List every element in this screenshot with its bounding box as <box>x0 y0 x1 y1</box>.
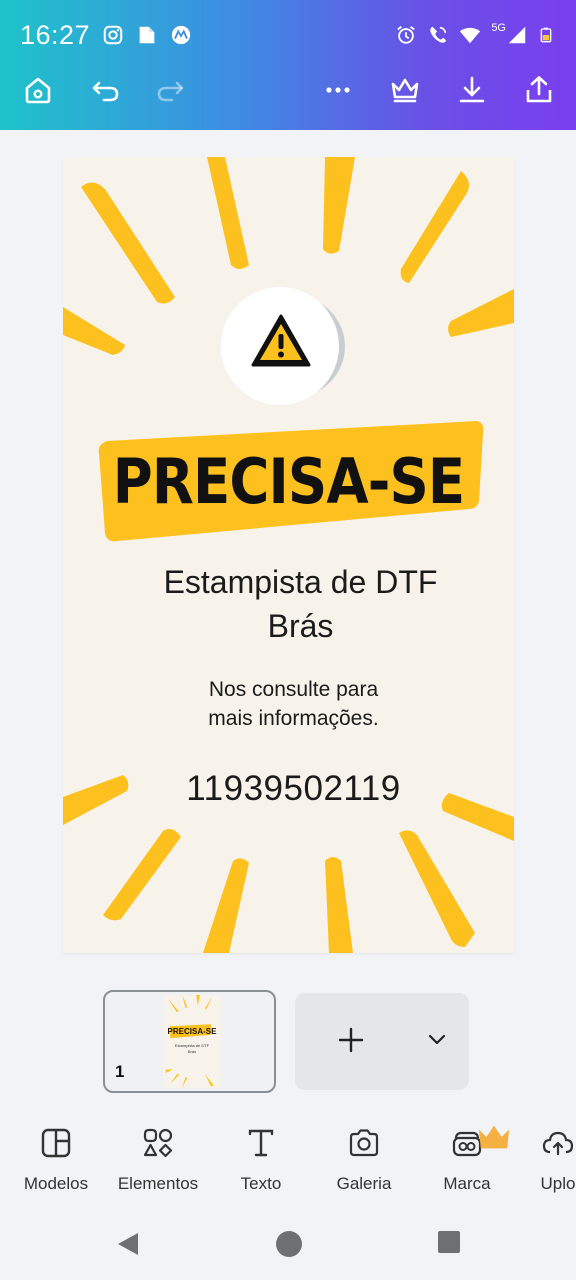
tool-uploads[interactable]: Uplo <box>508 1118 576 1194</box>
camera-icon <box>349 1129 379 1157</box>
network-label: 5G <box>491 22 506 34</box>
tool-templates[interactable]: Modelos <box>6 1118 106 1194</box>
recents-icon[interactable] <box>437 1230 461 1254</box>
phone-number-text[interactable]: 11939502119 <box>63 769 514 809</box>
home-circle-icon[interactable] <box>275 1230 303 1258</box>
warning-badge[interactable] <box>221 287 339 405</box>
design-canvas[interactable]: PRECISA-SE Estampista de DTF Brás Nos co… <box>63 157 514 953</box>
job-title-line2: Brás <box>267 608 334 644</box>
headline-text[interactable]: PRECISA-SE <box>90 445 487 518</box>
redo-button[interactable] <box>152 72 188 108</box>
chevron-down-icon[interactable] <box>427 1032 447 1048</box>
tool-elements-label: Elementos <box>117 1174 199 1193</box>
warning-icon <box>251 314 311 367</box>
page-thumbnail[interactable]: PRECISA-SE Estampista de DTF Brás 1 <box>103 990 276 1093</box>
contact-note-line2: mais informações. <box>208 707 379 730</box>
thumbnail-job: Estampista de DTF <box>174 1043 210 1048</box>
job-title-line1: Estampista de DTF <box>163 564 438 600</box>
tool-gallery[interactable]: Galeria <box>314 1118 414 1194</box>
tool-templates-label: Modelos <box>23 1174 89 1193</box>
contact-note-line1: Nos consulte para <box>208 678 379 701</box>
cloud-upload-icon <box>542 1131 574 1156</box>
home-icon <box>25 77 51 104</box>
bottom-tool-bar: Modelos Elementos Texto Galeria Marca Up… <box>0 1118 576 1208</box>
status-system-icons: 5G <box>395 22 554 46</box>
plus-icon <box>338 1027 364 1053</box>
top-header: 16:27 5G <box>0 0 576 130</box>
battery-icon <box>540 27 552 43</box>
add-page-button[interactable] <box>295 993 469 1090</box>
page-thumbnail-preview: PRECISA-SE Estampista de DTF Brás <box>163 995 221 1088</box>
redo-icon <box>157 81 184 102</box>
status-bar: 16:27 5G <box>20 18 554 54</box>
premium-button[interactable] <box>387 72 423 108</box>
premium-crown-icon <box>478 1125 510 1149</box>
alarm-icon <box>397 26 416 44</box>
signal-5g-icon <box>508 26 526 44</box>
back-icon[interactable] <box>114 1230 142 1258</box>
tool-uploads-label: Uplo <box>540 1174 576 1193</box>
tool-text[interactable]: Texto <box>211 1118 311 1194</box>
editor-toolbar <box>0 72 576 116</box>
text-icon <box>248 1129 274 1157</box>
more-icon <box>326 87 350 93</box>
tool-brand-label: Marca <box>443 1174 491 1193</box>
app-b-icon <box>139 26 155 44</box>
thumbnail-job-line2: Brás <box>187 1049 197 1054</box>
tool-brand[interactable]: Marca <box>417 1118 517 1194</box>
undo-button[interactable] <box>88 72 124 108</box>
contact-note-text[interactable]: Nos consulte para mais informações. <box>63 675 514 733</box>
sunburst-rays <box>63 157 514 953</box>
job-title-text[interactable]: Estampista de DTF Brás <box>63 560 514 648</box>
more-button[interactable] <box>320 72 356 108</box>
download-button[interactable] <box>454 72 490 108</box>
home-button[interactable] <box>20 72 56 108</box>
download-icon <box>459 76 485 103</box>
share-icon <box>526 76 552 103</box>
status-app-icons <box>102 24 192 46</box>
system-nav-bar <box>0 1208 576 1280</box>
elements-icon <box>143 1128 173 1158</box>
crown-icon <box>391 78 419 103</box>
undo-icon <box>92 81 119 102</box>
tool-gallery-label: Galeria <box>336 1174 392 1193</box>
templates-icon <box>41 1128 71 1158</box>
instagram-icon <box>103 25 123 45</box>
tool-elements[interactable]: Elementos <box>108 1118 208 1194</box>
thumbnail-headline: PRECISA-SE <box>167 1027 217 1036</box>
motorola-icon <box>171 25 191 45</box>
wifi-icon <box>460 27 481 44</box>
thumbnail-rays <box>165 995 214 1088</box>
wifi-call-icon <box>430 26 447 43</box>
page-number: 1 <box>115 1062 125 1081</box>
status-time: 16:27 <box>20 20 91 50</box>
tool-text-label: Texto <box>240 1174 282 1193</box>
share-button[interactable] <box>521 72 557 108</box>
